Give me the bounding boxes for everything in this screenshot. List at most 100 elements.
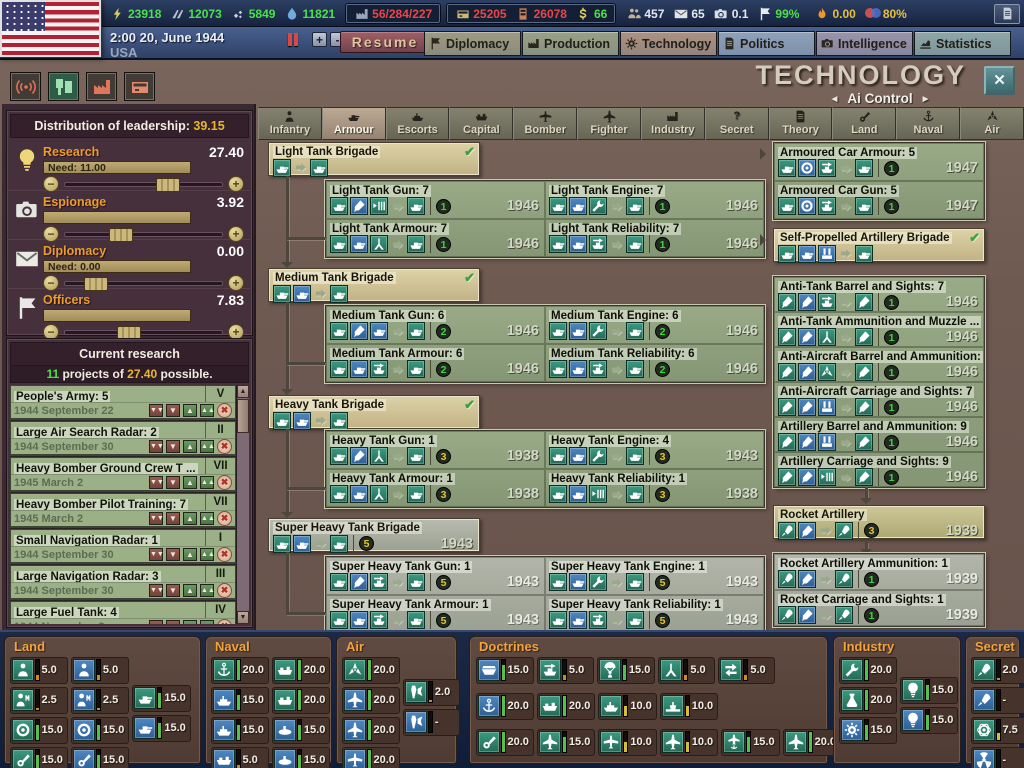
brigade-box[interactable]: Super Heavy Tank Brigade 5 1943 (268, 518, 480, 553)
anchor-tech-summary[interactable]: 20.0 (210, 656, 269, 684)
priority-highest-button[interactable]: ▲▲ (200, 440, 215, 453)
priority-lowest-button[interactable]: ▼▼ (149, 548, 164, 561)
jet-tech-summary[interactable]: 15.0 (536, 728, 596, 756)
cancel-research-button[interactable]: ✖ (217, 475, 232, 490)
resume-button[interactable]: Resume (340, 31, 430, 53)
tech-item[interactable]: Heavy Tank Engine: 4 3 1943 (545, 431, 764, 469)
menu-tab-statistics[interactable]: Statistics (914, 31, 1011, 56)
tech-item[interactable]: Heavy Tank Armour: 1 3 1938 (326, 469, 545, 507)
tech-item[interactable]: Super Heavy Tank Gun: 1 5 1943 (326, 557, 545, 595)
cancel-research-button[interactable]: ✖ (217, 547, 232, 562)
priority-highest-button[interactable]: ▲▲ (200, 548, 215, 561)
jet-tech-summary[interactable]: 10.0 (659, 728, 719, 756)
carrier-tech-summary[interactable]: 20.0 (271, 686, 331, 714)
cancel-research-button[interactable]: ✖ (217, 403, 232, 418)
tech-item[interactable]: Light Tank Gun: 7 1 1946 (326, 181, 545, 219)
priority-highest-button[interactable]: ▲▲ (200, 404, 215, 417)
tech-item[interactable]: Medium Tank Armour: 6 2 1946 (326, 344, 545, 382)
slider-plus-button[interactable]: + (228, 176, 244, 192)
carrier-tech-summary[interactable]: 20.0 (271, 656, 331, 684)
ai-control-selector[interactable]: ◄ Ai Control ► (780, 91, 980, 106)
tech-item[interactable]: Anti-Aircraft Carriage and Sights: 7 1 194… (774, 382, 984, 417)
jet-tech-summary[interactable]: 20.0 (341, 686, 400, 714)
bomber-tech-summary[interactable]: 20.0 (341, 746, 400, 768)
atom-tech-summary[interactable]: 7.5 (970, 716, 1024, 744)
tech-tab-bomber[interactable]: Bomber (513, 107, 578, 140)
supplies-button[interactable] (124, 72, 155, 101)
cancel-research-button[interactable]: ✖ (217, 583, 232, 598)
priority-down-button[interactable]: ▼ (166, 548, 180, 561)
tech-item[interactable]: Super Heavy Tank Engine: 1 5 1943 (545, 557, 764, 595)
slider-handle[interactable] (108, 227, 133, 242)
tech-item[interactable]: Medium Tank Engine: 6 2 1946 (545, 306, 764, 344)
bulb-tech-summary[interactable]: 15.0 (899, 706, 959, 734)
carrier-tech-summary[interactable]: 5.0 (210, 746, 269, 768)
tech-item[interactable]: Artillery Barrel and Ammunition: 9 1 1946 (774, 417, 984, 452)
slider-minus-button[interactable]: − (43, 275, 59, 291)
priority-down-button[interactable]: ▼ (166, 404, 180, 417)
tech-item[interactable]: Super Heavy Tank Armour: 1 5 1943 (326, 595, 545, 633)
tank-tech-summary[interactable]: 15.0 (132, 684, 191, 712)
prop-tech-summary[interactable]: 20.0 (341, 656, 400, 684)
gear-tech-summary[interactable]: 15.0 (838, 716, 897, 744)
priority-down-button[interactable]: ▼ (166, 620, 180, 624)
ship-tech-summary[interactable]: 15.0 (210, 716, 269, 744)
tech-item[interactable]: Heavy Tank Gun: 1 3 1938 (326, 431, 545, 469)
cancel-research-button[interactable]: ✖ (217, 619, 232, 624)
tech-item[interactable]: Medium Tank Reliability: 6 2 1946 (545, 344, 764, 382)
tech-item[interactable]: Anti-Aircraft Barrel and Ammunition: 71 1… (774, 347, 984, 382)
tech-tab-industry[interactable]: Industry (640, 107, 705, 140)
tech-item[interactable]: Armoured Car Gun: 5 1 1947 (774, 181, 984, 219)
person-tech-summary[interactable]: 5.0 (70, 656, 130, 684)
fieldgun-tech-summary[interactable]: 20.0 (475, 728, 534, 756)
menu-tab-technology[interactable]: Technology (620, 31, 717, 56)
brigade-box[interactable]: Light Tank Brigade ✔ (268, 142, 480, 177)
wrench-tech-summary[interactable]: 20.0 (838, 656, 897, 684)
rocket-tech-summary[interactable]: - (970, 686, 1024, 714)
scrollbar-thumb[interactable] (237, 399, 249, 433)
bomber-tech-summary[interactable]: 10.0 (598, 728, 657, 756)
sub-tech-summary[interactable]: 15.0 (271, 716, 331, 744)
brigade-box[interactable]: Self-Propelled Artillery Brigade ✔ (773, 228, 985, 263)
tech-tab-theory[interactable]: Theory (768, 107, 833, 140)
tech-tab-fighter[interactable]: Fighter (577, 107, 641, 140)
flask-tech-summary[interactable]: 20.0 (838, 686, 897, 714)
priority-up-button[interactable]: ▲ (183, 584, 197, 597)
scroll-down-icon[interactable]: ▼ (237, 611, 249, 624)
tech-item[interactable]: Medium Tank Gun: 6 2 1946 (326, 306, 545, 344)
tech-item[interactable]: Super Heavy Tank Reliability: 1 5 1943 (545, 595, 764, 633)
priority-lowest-button[interactable]: ▼▼ (149, 476, 164, 489)
tech-item[interactable]: Light Tank Engine: 7 1 1946 (545, 181, 764, 219)
brigade-box[interactable]: Heavy Tank Brigade ✔ (268, 395, 480, 430)
rocketjet-tech-summary[interactable]: 2.0 (402, 678, 460, 706)
priority-lowest-button[interactable]: ▼▼ (149, 584, 164, 597)
priority-lowest-button[interactable]: ▼▼ (149, 404, 164, 417)
priority-lowest-button[interactable]: ▼▼ (149, 440, 164, 453)
ship-tech-summary[interactable]: 10.0 (598, 692, 657, 720)
tech-item[interactable]: Light Tank Reliability: 7 1 1946 (545, 219, 764, 257)
ship-tech-summary[interactable]: 15.0 (210, 686, 269, 714)
jet-tech-summary[interactable]: 20.0 (341, 716, 400, 744)
slider-track[interactable] (64, 227, 223, 242)
fieldgun-tech-summary[interactable]: 15.0 (70, 746, 130, 768)
menu-tab-diplomacy[interactable]: Diplomacy (424, 31, 521, 56)
swap-tech-summary[interactable]: 5.0 (718, 656, 776, 684)
scrollbar-track[interactable] (237, 398, 249, 611)
fieldgun-tech-summary[interactable]: 15.0 (9, 746, 68, 768)
cancel-research-button[interactable]: ✖ (217, 511, 232, 526)
priority-up-button[interactable]: ▲ (183, 548, 197, 561)
wheel-tech-summary[interactable]: 15.0 (9, 716, 68, 744)
tech-tab-capital[interactable]: Capital (449, 107, 514, 140)
tech-item[interactable]: Armoured Car Armour: 5 1 1947 (774, 143, 984, 181)
planeanchor-tech-summary[interactable]: 15.0 (721, 728, 780, 756)
scroll-up-icon[interactable]: ▲ (237, 385, 249, 398)
research-scrollbar[interactable]: ▲ ▼ (236, 385, 249, 624)
tankarrow-tech-summary[interactable]: 5.0 (536, 656, 594, 684)
priority-down-button[interactable]: ▼ (166, 440, 180, 453)
personm-tech-summary[interactable]: 2.5 (70, 686, 130, 714)
construction-button[interactable] (48, 72, 79, 101)
tech-item[interactable]: Rocket Artillery Ammunition: 1 1 1939 (774, 554, 984, 590)
tech-item[interactable]: Anti-Tank Barrel and Sights: 7 1 1946 (774, 277, 984, 312)
brigade-box[interactable]: Rocket Artillery 3 1939 (773, 505, 985, 540)
slider-handle[interactable] (83, 276, 108, 291)
